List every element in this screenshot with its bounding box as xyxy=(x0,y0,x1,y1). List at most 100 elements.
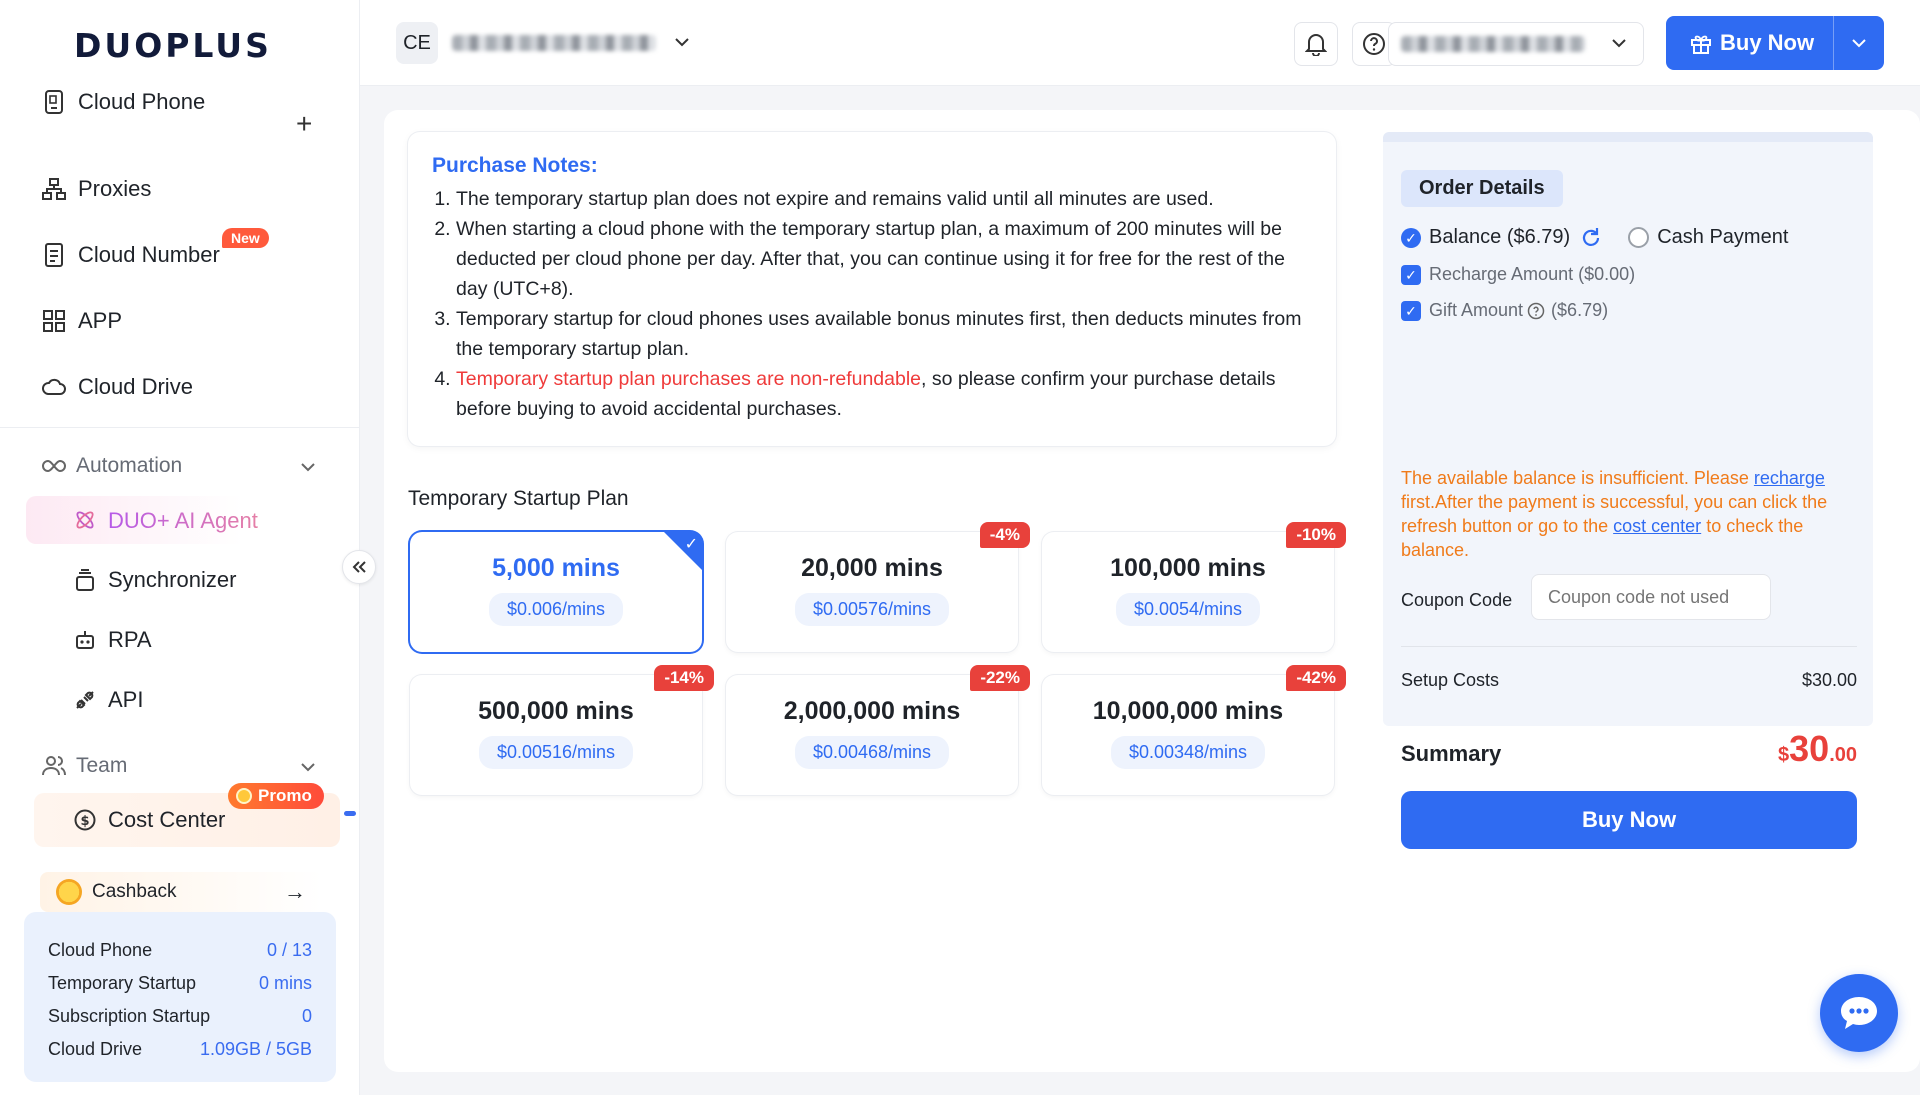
plan-card[interactable]: -10% 100,000 mins $0.0054/mins xyxy=(1042,522,1346,652)
buy-now-label: Buy Now xyxy=(1720,30,1815,55)
buy-now-button[interactable]: Buy Now xyxy=(1401,791,1857,849)
plan-price: $0.00576/mins xyxy=(794,593,950,626)
sidebar-item-synchronizer[interactable]: Synchronizer xyxy=(74,560,236,600)
currency-symbol: $ xyxy=(1778,744,1790,766)
add-cloud-phone-icon[interactable]: + xyxy=(296,110,312,138)
plan-card[interactable]: -22% 2,000,000 mins $0.00468/mins xyxy=(726,665,1030,795)
automation-group-toggle[interactable]: Automation xyxy=(42,448,316,484)
setup-costs-label: Setup Costs xyxy=(1401,670,1500,690)
layers-icon xyxy=(74,569,96,591)
order-details-title: Order Details xyxy=(1401,170,1563,207)
chat-bubble-icon xyxy=(1841,997,1877,1029)
cash-payment-label: Cash Payment xyxy=(1657,226,1789,248)
usage-value: 0 xyxy=(301,1006,312,1026)
note-item: Temporary startup plan purchases are non… xyxy=(456,364,1312,424)
discount-badge: -14% xyxy=(654,665,714,691)
order-details-panel: Order Details ✓ Balance ($6.79) Cash Pay… xyxy=(1383,132,1873,849)
divider xyxy=(0,427,360,428)
chevron-down-icon xyxy=(1852,39,1866,48)
redacted-workspace-name[interactable] xyxy=(452,35,656,51)
automation-label: Automation xyxy=(76,454,183,477)
sidebar-item-api[interactable]: API xyxy=(74,680,143,720)
plan-section-title: Temporary Startup Plan xyxy=(408,487,629,510)
note-item: The temporary startup plan does not expi… xyxy=(456,184,1312,214)
sidebar-item-label: DUO+ AI Agent xyxy=(108,508,258,533)
summary-amount: $30.00 xyxy=(1778,728,1857,770)
sidebar-item-cloud-phone[interactable]: Cloud Phone xyxy=(42,82,205,122)
workspace-avatar[interactable]: CE xyxy=(396,22,438,64)
balance-option[interactable]: ✓ Balance ($6.79) xyxy=(1401,226,1570,249)
phone-icon xyxy=(42,90,66,114)
sidebar-item-ai-agent[interactable]: DUO+ AI Agent xyxy=(26,496,336,544)
document-icon xyxy=(42,243,66,267)
buy-now-main[interactable]: Buy Now xyxy=(1666,16,1834,70)
sidebar-item-label: Cost Center xyxy=(108,807,226,832)
arrow-right-icon: → xyxy=(284,879,306,904)
discount-badge: -42% xyxy=(1286,665,1346,691)
cash-payment-option[interactable]: Cash Payment xyxy=(1628,226,1788,249)
header-buy-now-button[interactable]: Buy Now xyxy=(1666,16,1884,70)
cost-center-link[interactable]: cost center xyxy=(1613,516,1701,536)
recharge-amount-row[interactable]: ✓ Recharge Amount ($0.00) xyxy=(1401,264,1635,285)
help-circle-icon[interactable] xyxy=(1527,302,1545,320)
gift-amount-value: ($6.79) xyxy=(1551,300,1609,320)
infinity-icon xyxy=(42,459,66,473)
setup-costs-value: $30.00 xyxy=(1801,670,1857,690)
plan-mins: 500,000 mins xyxy=(478,697,634,725)
cost-center-row: $ Cost Center xyxy=(74,800,225,840)
chat-support-button[interactable] xyxy=(1820,974,1898,1052)
sidebar: DUOPLUS Cloud Phone + Proxies Cloud Numb… xyxy=(0,0,376,1095)
balance-label: Balance ($6.79) xyxy=(1429,226,1571,248)
checkbox-checked-icon: ✓ xyxy=(1401,264,1421,285)
plan-mins: 100,000 mins xyxy=(1110,554,1266,582)
plan-card-selected[interactable]: ✓ 5,000 mins $0.006/mins xyxy=(410,532,702,652)
sidebar-item-proxies[interactable]: Proxies xyxy=(42,169,151,209)
usage-label: Cloud Phone xyxy=(48,940,153,960)
sidebar-item-cloud-number[interactable]: Cloud Number xyxy=(42,235,220,275)
check-icon: ✓ xyxy=(684,536,698,553)
note-item: Temporary startup for cloud phones uses … xyxy=(456,304,1312,364)
gift-amount-row[interactable]: ✓ Gift Amount ($6.79) xyxy=(1401,300,1608,321)
plan-price: $0.00468/mins xyxy=(794,736,950,769)
buy-now-dropdown[interactable] xyxy=(1834,38,1884,48)
plan-card[interactable]: -42% 10,000,000 mins $0.00348/mins xyxy=(1042,665,1346,795)
plan-mins: 5,000 mins xyxy=(492,554,620,582)
discount-badge: -10% xyxy=(1286,522,1346,548)
grid-icon xyxy=(42,309,66,333)
sidebar-item-label: Cloud Number xyxy=(78,242,220,267)
summary-label: Summary xyxy=(1401,741,1502,766)
team-group-toggle[interactable]: Team xyxy=(42,748,316,784)
note-item: When starting a cloud phone with the tem… xyxy=(456,214,1312,304)
purchase-notes: Purchase Notes: The temporary startup pl… xyxy=(408,132,1336,446)
sidebar-item-rpa[interactable]: RPA xyxy=(74,620,152,660)
recharge-amount-label: Recharge Amount ($0.00) xyxy=(1429,264,1636,284)
account-menu[interactable] xyxy=(1388,22,1644,66)
chevron-down-icon[interactable] xyxy=(674,30,690,53)
recharge-link[interactable]: recharge xyxy=(1754,468,1825,488)
plan-card[interactable]: -4% 20,000 mins $0.00576/mins xyxy=(726,522,1030,652)
duoplus-logo[interactable]: DUOPLUS xyxy=(74,26,272,65)
svg-text:$: $ xyxy=(80,814,89,829)
sidebar-item-label: Synchronizer xyxy=(108,567,237,592)
sidebar-item-cloud-drive[interactable]: Cloud Drive xyxy=(42,367,193,407)
sidebar-item-label: API xyxy=(108,687,144,712)
sidebar-item-app[interactable]: APP xyxy=(42,301,122,341)
usage-row: Temporary Startup 0 mins xyxy=(48,967,312,1000)
new-badge: New xyxy=(222,228,269,248)
plan-card[interactable]: -14% 500,000 mins $0.00516/mins xyxy=(410,665,714,795)
refresh-icon[interactable] xyxy=(1580,227,1602,249)
usage-row: Subscription Startup 0 xyxy=(48,1000,312,1033)
gift-icon xyxy=(1691,35,1711,54)
sidebar-item-label: APP xyxy=(78,308,123,333)
collapse-sidebar-button[interactable] xyxy=(342,550,376,584)
notification-bell-button[interactable] xyxy=(1294,22,1338,66)
cashback-banner[interactable]: Cashback → xyxy=(40,872,322,912)
setup-costs-row: Setup Costs $30.00 xyxy=(1401,670,1857,691)
summary-integer: 30 xyxy=(1789,728,1830,769)
usage-value: 0 mins xyxy=(258,973,312,993)
plan-mins: 10,000,000 mins xyxy=(1092,697,1284,725)
sidebar-item-label: Cloud Drive xyxy=(78,374,193,399)
coupon-code-input[interactable] xyxy=(1531,574,1771,620)
promo-badge: Promo xyxy=(228,783,324,809)
network-icon xyxy=(42,177,66,201)
